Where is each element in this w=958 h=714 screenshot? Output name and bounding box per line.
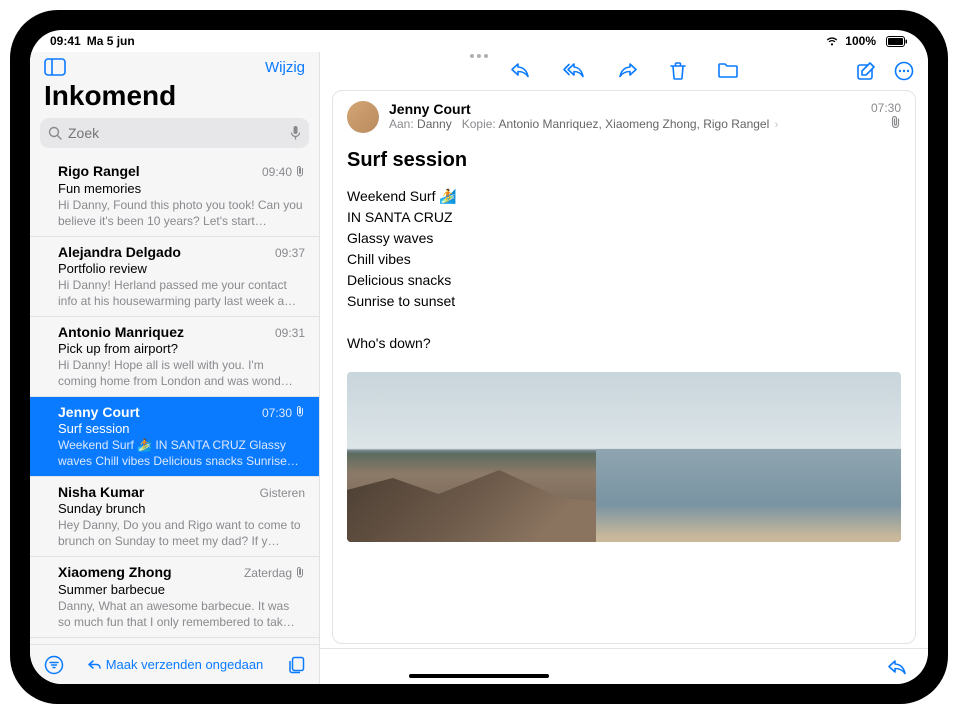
attachment-icon xyxy=(295,566,305,581)
attachment-icon xyxy=(295,405,305,420)
status-time: 09:41 xyxy=(50,34,81,48)
more-icon[interactable] xyxy=(894,61,914,81)
attachment-icon xyxy=(890,115,901,128)
message-from[interactable]: Jenny Court xyxy=(389,101,778,117)
reply-quick-icon[interactable] xyxy=(886,658,908,676)
compose-icon[interactable] xyxy=(856,61,876,81)
row-preview: Weekend Surf 🏄 IN SANTA CRUZ Glassy wave… xyxy=(58,437,305,469)
search-field[interactable] xyxy=(40,118,309,148)
message-subject: Surf session xyxy=(347,149,901,172)
message-list[interactable]: Rigo Rangel 09:40 Fun memoriesHi Danny, F… xyxy=(30,156,319,644)
row-subject: Fun memories xyxy=(58,181,305,196)
undo-send-button[interactable]: Maak verzenden ongedaan xyxy=(88,657,264,672)
row-preview: Hi Danny! Herland passed me your contact… xyxy=(58,277,305,309)
home-indicator[interactable] xyxy=(409,674,549,678)
row-sender: Nisha Kumar xyxy=(58,484,144,500)
message-row[interactable]: Rigo Rangel 09:40 Fun memoriesHi Danny, F… xyxy=(30,156,319,237)
message-recipients[interactable]: Aan: Danny Kopie: Antonio Manriquez, Xia… xyxy=(389,117,778,131)
row-preview: Hi Danny! Hope all is well with you. I'm… xyxy=(58,357,305,389)
status-date: Ma 5 jun xyxy=(87,34,135,48)
sender-avatar[interactable] xyxy=(347,101,379,133)
row-preview: Danny, What an awesome barbecue. It was … xyxy=(58,598,305,630)
mailbox-title: Inkomend xyxy=(30,80,319,118)
row-sender: Rigo Rangel xyxy=(58,163,140,179)
wifi-icon xyxy=(825,36,839,46)
message-row[interactable]: Nisha Kumar GisterenSunday brunchHey Dann… xyxy=(30,477,319,557)
message-card: Jenny Court Aan: Danny Kopie: Antonio Ma… xyxy=(332,90,916,644)
copy-icon[interactable] xyxy=(287,656,305,674)
cc-label: Kopie: xyxy=(462,117,496,131)
edit-button[interactable]: Wijzig xyxy=(265,59,305,76)
search-icon xyxy=(48,126,62,140)
multitask-control[interactable] xyxy=(470,54,488,58)
row-time: 09:40 xyxy=(262,165,305,180)
move-folder-icon[interactable] xyxy=(717,61,739,81)
row-sender: Alejandra Delgado xyxy=(58,244,181,260)
message-pane: Jenny Court Aan: Danny Kopie: Antonio Ma… xyxy=(320,52,928,684)
message-body: Weekend Surf 🏄 IN SANTA CRUZ Glassy wave… xyxy=(347,186,901,354)
row-subject: Sunday brunch xyxy=(58,501,305,516)
message-attachment-image[interactable] xyxy=(347,372,901,542)
message-row[interactable]: Xiaomeng Zhong Zaterdag Summer barbecueDa… xyxy=(30,557,319,638)
sidebar-toggle-icon[interactable] xyxy=(44,58,66,76)
to-value: Danny xyxy=(417,117,452,131)
row-time: 09:37 xyxy=(275,246,305,260)
chevron-right-icon: › xyxy=(775,119,779,131)
row-sender: Jenny Court xyxy=(58,404,140,420)
trash-icon[interactable] xyxy=(669,61,687,81)
undo-icon xyxy=(88,659,102,671)
message-toolbar xyxy=(320,52,928,90)
dictation-icon[interactable] xyxy=(290,125,301,141)
cc-value: Antonio Manriquez, Xiaomeng Zhong, Rigo … xyxy=(498,117,769,131)
row-preview: Hey Danny, Do you and Rigo want to come … xyxy=(58,517,305,549)
row-time: Gisteren xyxy=(260,486,305,500)
row-sender: Antonio Manriquez xyxy=(58,324,184,340)
screen: 09:41 Ma 5 jun 100% Wijzig Inkomend xyxy=(30,30,928,684)
row-time: 07:30 xyxy=(262,405,305,420)
reply-all-icon[interactable] xyxy=(561,61,587,81)
forward-icon[interactable] xyxy=(617,61,639,81)
search-input[interactable] xyxy=(68,125,284,141)
reply-icon[interactable] xyxy=(509,61,531,81)
row-time: 09:31 xyxy=(275,326,305,340)
mailbox-sidebar: Wijzig Inkomend Rigo Rangel 09:40 Fun mem… xyxy=(30,52,320,684)
status-battery: 100% xyxy=(845,34,876,48)
undo-send-label: Maak verzenden ongedaan xyxy=(106,657,264,672)
status-bar: 09:41 Ma 5 jun 100% xyxy=(30,30,928,52)
message-row[interactable]: Jenny Court 07:30 Surf sessionWeekend Sur… xyxy=(30,397,319,478)
row-subject: Pick up from airport? xyxy=(58,341,305,356)
row-time: Zaterdag xyxy=(244,566,305,581)
row-subject: Summer barbecue xyxy=(58,582,305,597)
battery-icon xyxy=(886,36,908,47)
row-subject: Portfolio review xyxy=(58,261,305,276)
message-time: 07:30 xyxy=(871,101,901,115)
row-sender: Xiaomeng Zhong xyxy=(58,564,172,580)
row-subject: Surf session xyxy=(58,421,305,436)
bottom-action-bar xyxy=(320,648,928,684)
to-label: Aan: xyxy=(389,117,414,131)
message-row[interactable]: Antonio Manriquez 09:31Pick up from airpo… xyxy=(30,317,319,397)
filter-icon[interactable] xyxy=(44,655,64,675)
ipad-device-frame: 09:41 Ma 5 jun 100% Wijzig Inkomend xyxy=(10,10,948,704)
message-row[interactable]: Alejandra Delgado 09:37Portfolio reviewHi… xyxy=(30,237,319,317)
row-preview: Hi Danny, Found this photo you took! Can… xyxy=(58,197,305,229)
attachment-icon xyxy=(295,165,305,180)
